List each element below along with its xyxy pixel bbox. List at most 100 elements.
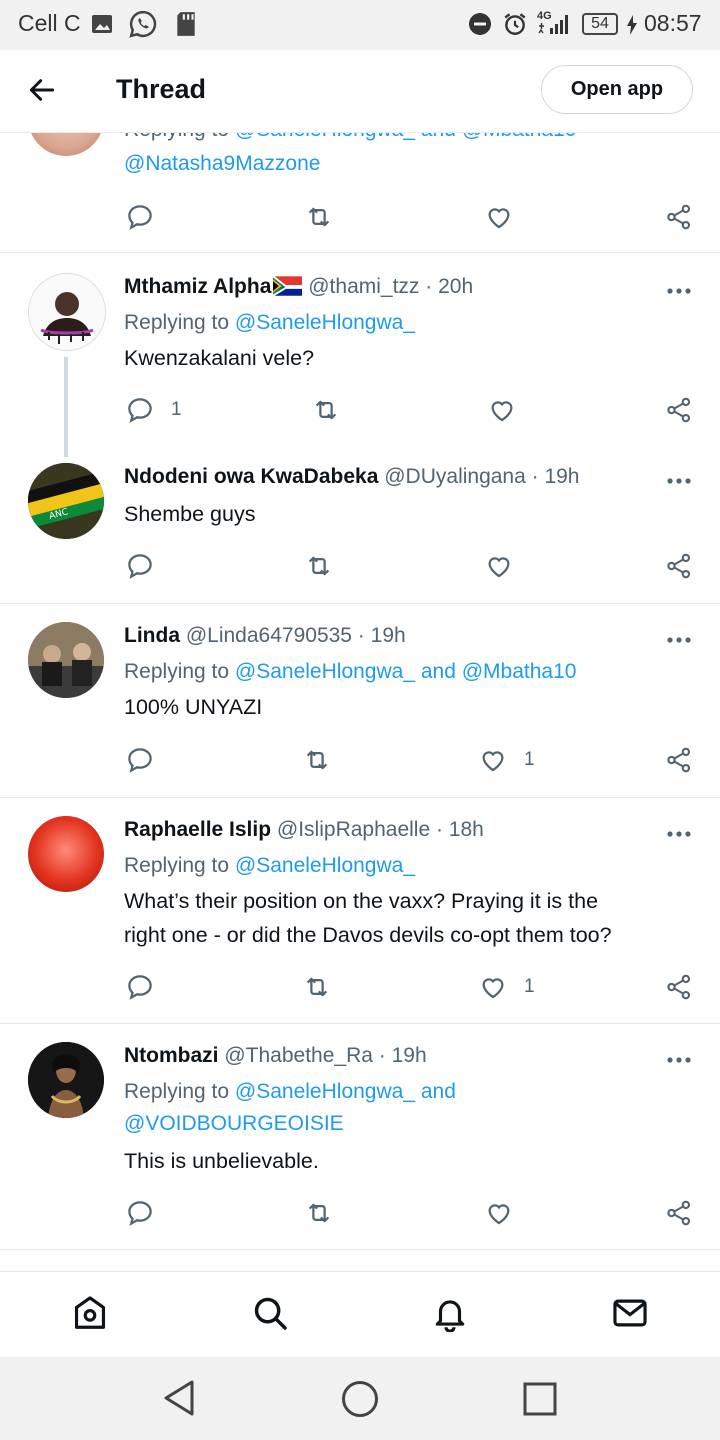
author-name[interactable]: Raphaelle Islip [124,818,271,841]
reply-icon[interactable] [125,1198,155,1228]
messages-mail-icon[interactable] [611,1294,649,1332]
mention-link[interactable]: @VOIDBOURGEOISIE [124,1112,344,1135]
share-icon[interactable] [664,972,694,1002]
retweet-icon[interactable] [304,1198,334,1228]
author-name[interactable]: Linda [124,624,180,647]
battery-level: 54 [591,15,609,32]
mention-link[interactable]: @SaneleHlongwa_ [235,311,415,334]
android-navigation-bar [0,1357,720,1440]
tweet-card[interactable]: Linda @Linda64790535 · 19h Replying to @… [0,604,720,797]
more-options-icon[interactable] [664,286,694,296]
tweet-text: What’s their position on the vaxx? Prayi… [124,884,612,952]
author-name[interactable]: Mthamiz Alpha [124,275,271,298]
share-icon[interactable] [664,395,694,425]
tweet-header: Linda @Linda64790535 · 19h [124,624,406,648]
avatar[interactable] [28,273,106,351]
more-options-icon[interactable] [664,476,694,486]
share-icon[interactable] [664,551,694,581]
more-options-icon[interactable] [664,1055,694,1065]
reply-context: Replying to @SaneleHlongwa_ and [124,1080,456,1104]
back-triangle-icon[interactable] [162,1379,196,1417]
reply-icon[interactable] [125,395,155,425]
home-circle-icon[interactable] [340,1379,380,1419]
share-icon[interactable] [664,745,694,775]
author-handle[interactable]: @thami_tzz · 20h [308,275,473,298]
like-count: 1 [524,749,535,770]
share-icon[interactable] [664,202,694,232]
reply-context: Replying to @SaneleHlongwa_ [124,854,415,878]
retweet-icon[interactable] [302,972,332,1002]
reply-icon[interactable] [125,551,155,581]
tweet-header: Ndodeni owa KwaDabeka @DUyalingana · 19h [124,465,580,489]
avatar[interactable] [28,816,104,892]
author-name[interactable]: Ndodeni owa KwaDabeka [124,465,378,488]
reply-icon[interactable] [125,202,155,232]
avatar[interactable] [28,622,104,698]
tweet-card[interactable]: Raphaelle Islip @IslipRaphaelle · 18h Re… [0,798,720,1023]
reply-context-cont: @VOIDBOURGEOISIE [124,1112,344,1136]
home-icon[interactable] [71,1294,109,1332]
thread-header: Thread Open app [0,50,720,133]
page-title: Thread [116,74,207,104]
like-icon[interactable] [478,745,508,775]
charging-icon [627,15,637,35]
retweet-icon[interactable] [304,202,334,232]
whatsapp-icon [129,10,157,38]
tweet-text-line: right one - or did the Davos devils co-o… [124,923,612,947]
retweet-icon[interactable] [311,395,341,425]
open-app-button[interactable]: Open app [541,65,693,114]
share-icon[interactable] [664,1198,694,1228]
author-name[interactable]: Ntombazi [124,1044,219,1067]
author-handle[interactable]: @DUyalingana · 19h [384,465,579,488]
reply-context: Replying to @SaneleHlongwa_ [124,311,415,335]
reply-icon[interactable] [125,972,155,1002]
like-icon[interactable] [484,202,514,232]
alarm-icon [504,13,526,35]
clock: 08:57 [644,10,702,36]
more-options-icon[interactable] [664,635,694,645]
sd-card-icon [177,12,195,36]
more-options-icon[interactable] [664,829,694,839]
battery-icon: 54 [582,13,618,35]
south-africa-flag-icon [272,275,304,297]
author-handle[interactable]: @Thabethe_Ra · 19h [224,1044,426,1067]
tweet-card[interactable]: ANC Ndodeni owa KwaDabeka @DUyalingana ·… [0,448,720,603]
avatar[interactable] [28,1042,104,1118]
mention-link[interactable]: @Natasha9Mazzone [124,152,320,175]
search-icon[interactable] [251,1294,289,1332]
divider [0,1249,720,1250]
like-icon[interactable] [478,972,508,1002]
author-handle[interactable]: @Linda64790535 · 19h [186,624,406,647]
retweet-icon[interactable] [304,551,334,581]
mention-link[interactable]: @SaneleHlongwa_ and @Mbatha10 [235,660,577,683]
like-icon[interactable] [487,395,517,425]
reply-count: 1 [171,399,182,420]
like-count: 1 [524,976,535,997]
thread-connector [64,357,68,457]
recents-square-icon[interactable] [522,1381,558,1417]
tweet-card[interactable]: Mthamiz Alpha @thami_tzz · 20h Replying … [0,253,720,457]
reply-label: Replying to [124,1080,230,1103]
mention-link[interactable]: @SaneleHlongwa_ [235,854,415,877]
status-bar: Cell C 4G 54 08:57 [0,0,720,50]
reply-context: Replying to @SaneleHlongwa_ and @Mbatha1… [124,660,576,684]
like-icon[interactable] [484,551,514,581]
tweet-text: Shembe guys [124,502,256,526]
tweet-text: Kwenzakalani vele? [124,346,315,370]
tweet-card[interactable]: Ntombazi @Thabethe_Ra · 19h Replying to … [0,1024,720,1249]
back-arrow-icon[interactable] [26,72,58,108]
avatar[interactable]: ANC [28,463,104,539]
do-not-disturb-icon [469,13,491,35]
reply-context-cont: @Natasha9Mazzone [124,152,320,176]
tweet-text: This is unbelievable. [124,1149,319,1173]
reply-label: Replying to [124,660,230,683]
retweet-icon[interactable] [302,745,332,775]
reply-icon[interactable] [125,745,155,775]
carrier-label: Cell C [18,10,81,36]
reply-label: Replying to [124,854,230,877]
tweet-feed: Replying to @SaneleHlongwa_ and @Mbatha1… [0,0,720,1270]
like-icon[interactable] [484,1198,514,1228]
notifications-bell-icon[interactable] [431,1294,469,1332]
author-handle[interactable]: @IslipRaphaelle · 18h [277,818,484,841]
mention-link[interactable]: @SaneleHlongwa_ and [235,1080,456,1103]
